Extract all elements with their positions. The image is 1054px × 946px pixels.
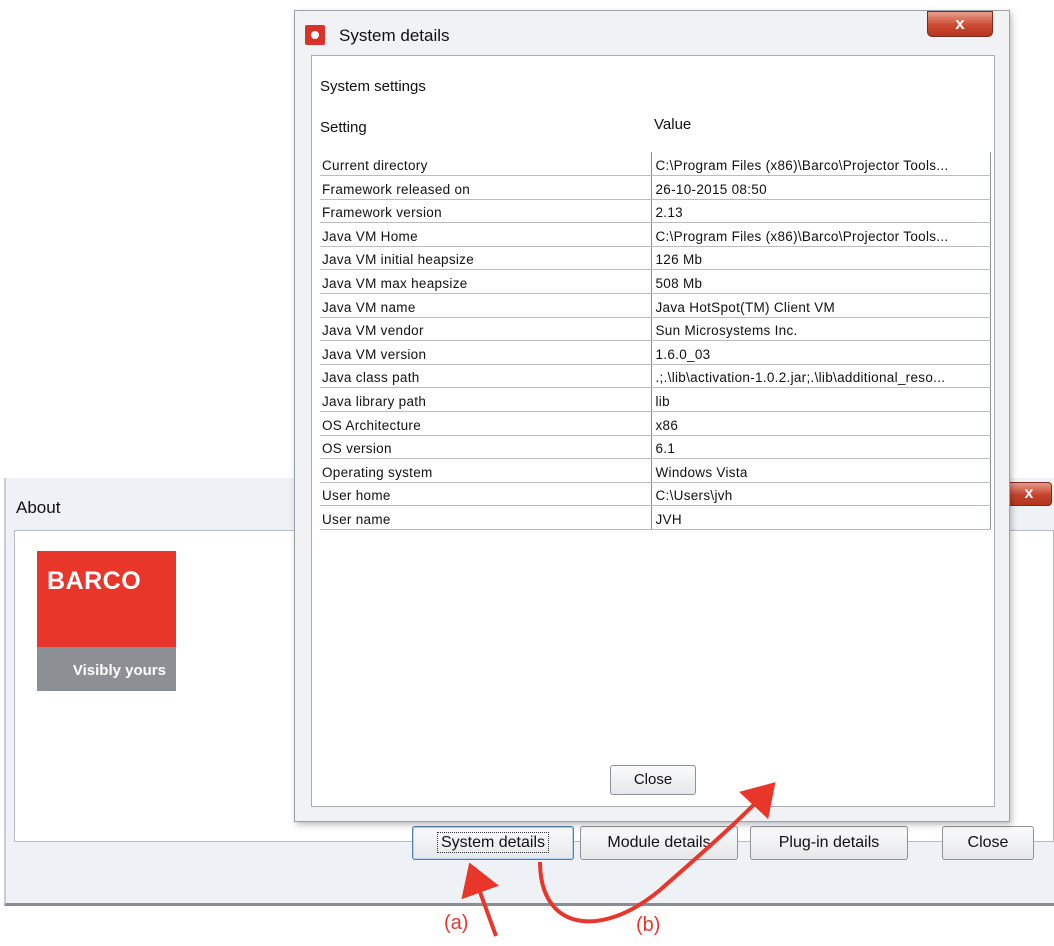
about-close-icon[interactable]: x xyxy=(1006,482,1052,506)
value-cell: 6.1 xyxy=(651,435,991,460)
barco-logo-wordmark: BARCO xyxy=(47,567,142,595)
table-row[interactable]: User name JVH xyxy=(320,505,991,530)
table-row[interactable]: Java library path lib xyxy=(320,387,991,413)
setting-cell: Java library path xyxy=(320,387,652,413)
value-cell: 1.6.0_03 xyxy=(651,340,991,365)
barco-logo-tagline: Visibly yours xyxy=(72,662,166,679)
value-cell: 26-10-2015 08:50 xyxy=(651,175,991,200)
table-row[interactable]: Java VM max heapsize 508 Mb xyxy=(320,269,991,295)
setting-cell: Java VM Home xyxy=(320,222,652,247)
value-cell: C:\Program Files (x86)\Barco\Projector T… xyxy=(651,152,991,177)
table-row[interactable]: Java VM version 1.6.0_03 xyxy=(320,340,991,365)
callout-label-b: (b) xyxy=(636,914,661,936)
module-details-button[interactable]: Module details xyxy=(580,826,738,860)
setting-cell: Java VM initial heapsize xyxy=(320,246,652,271)
table-row[interactable]: Java class path .;.\lib\activation-1.0.2.… xyxy=(320,364,991,389)
setting-cell: Framework released on xyxy=(320,175,652,200)
setting-cell: Java VM name xyxy=(320,293,652,318)
setting-cell: Operating system xyxy=(320,458,652,483)
barco-logo: BARCO Visibly yours xyxy=(37,551,176,691)
table-row[interactable]: Java VM name Java HotSpot(TM) Client VM xyxy=(320,293,991,318)
screenshot-stage: About x BARCO Visibly yours System detai… xyxy=(0,0,1054,946)
setting-cell: Java VM vendor xyxy=(320,317,652,342)
callout-label-a: (a) xyxy=(444,912,469,934)
system-details-button-label: System details xyxy=(436,832,550,853)
column-header-value: Value xyxy=(654,116,692,133)
setting-cell: Framework version xyxy=(320,199,652,224)
table-row[interactable]: Operating system Windows Vista xyxy=(320,458,991,483)
setting-cell: User home xyxy=(320,482,652,507)
value-cell: JVH xyxy=(651,505,991,530)
dialog-titlebar[interactable]: System details x xyxy=(295,11,1009,55)
dialog-close-icon[interactable]: x xyxy=(927,11,993,37)
setting-cell: OS version xyxy=(320,435,652,460)
table-row[interactable]: Current directory C:\Program Files (x86)\… xyxy=(320,152,991,177)
setting-cell: Java class path xyxy=(320,364,652,389)
value-cell: C:\Users\jvh xyxy=(651,482,991,507)
column-header-setting: Setting xyxy=(320,119,367,136)
setting-cell: Java VM version xyxy=(320,340,652,365)
table-row[interactable]: User home C:\Users\jvh xyxy=(320,482,991,507)
about-close-button[interactable]: Close xyxy=(942,826,1034,860)
table-row[interactable]: OS Architecture x86 xyxy=(320,411,991,436)
value-cell: Windows Vista xyxy=(651,458,991,483)
value-cell: 2.13 xyxy=(651,199,991,224)
section-title: System settings xyxy=(320,78,426,95)
value-cell: 508 Mb xyxy=(651,269,991,295)
dialog-body: System settings Setting Value Current di… xyxy=(311,55,995,807)
value-cell: .;.\lib\activation-1.0.2.jar;.\lib\addit… xyxy=(651,364,991,389)
settings-table: Current directory C:\Program Files (x86)\… xyxy=(320,152,991,530)
dialog-title: System details xyxy=(339,26,450,45)
table-row[interactable]: Java VM vendor Sun Microsystems Inc. xyxy=(320,317,991,342)
system-details-button[interactable]: System details xyxy=(412,826,574,860)
about-window-title: About xyxy=(16,498,61,517)
settings-table-body: Current directory C:\Program Files (x86)\… xyxy=(320,152,991,530)
value-cell: C:\Program Files (x86)\Barco\Projector T… xyxy=(651,222,991,247)
setting-cell: User name xyxy=(320,505,652,530)
table-row[interactable]: Framework released on 26-10-2015 08:50 xyxy=(320,175,991,200)
table-row[interactable]: Java VM initial heapsize 126 Mb xyxy=(320,246,991,271)
plugin-details-button[interactable]: Plug-in details xyxy=(750,826,908,860)
setting-cell: OS Architecture xyxy=(320,411,652,436)
value-cell: 126 Mb xyxy=(651,246,991,271)
value-cell: x86 xyxy=(651,411,991,436)
barco-logo-grey-block: Visibly yours xyxy=(37,647,176,691)
value-cell: Sun Microsystems Inc. xyxy=(651,317,991,342)
value-cell: lib xyxy=(651,387,991,413)
table-row[interactable]: Framework version 2.13 xyxy=(320,199,991,224)
barco-logo-red-block: BARCO xyxy=(37,551,176,647)
setting-cell: Java VM max heapsize xyxy=(320,269,652,295)
setting-cell: Current directory xyxy=(320,152,652,177)
table-row[interactable]: OS version 6.1 xyxy=(320,435,991,460)
value-cell: Java HotSpot(TM) Client VM xyxy=(651,293,991,318)
dialog-close-button[interactable]: Close xyxy=(610,765,696,795)
table-row[interactable]: Java VM Home C:\Program Files (x86)\Barco… xyxy=(320,222,991,247)
barco-app-icon xyxy=(305,25,325,45)
system-details-dialog: System details x System settings Setting… xyxy=(294,10,1010,822)
